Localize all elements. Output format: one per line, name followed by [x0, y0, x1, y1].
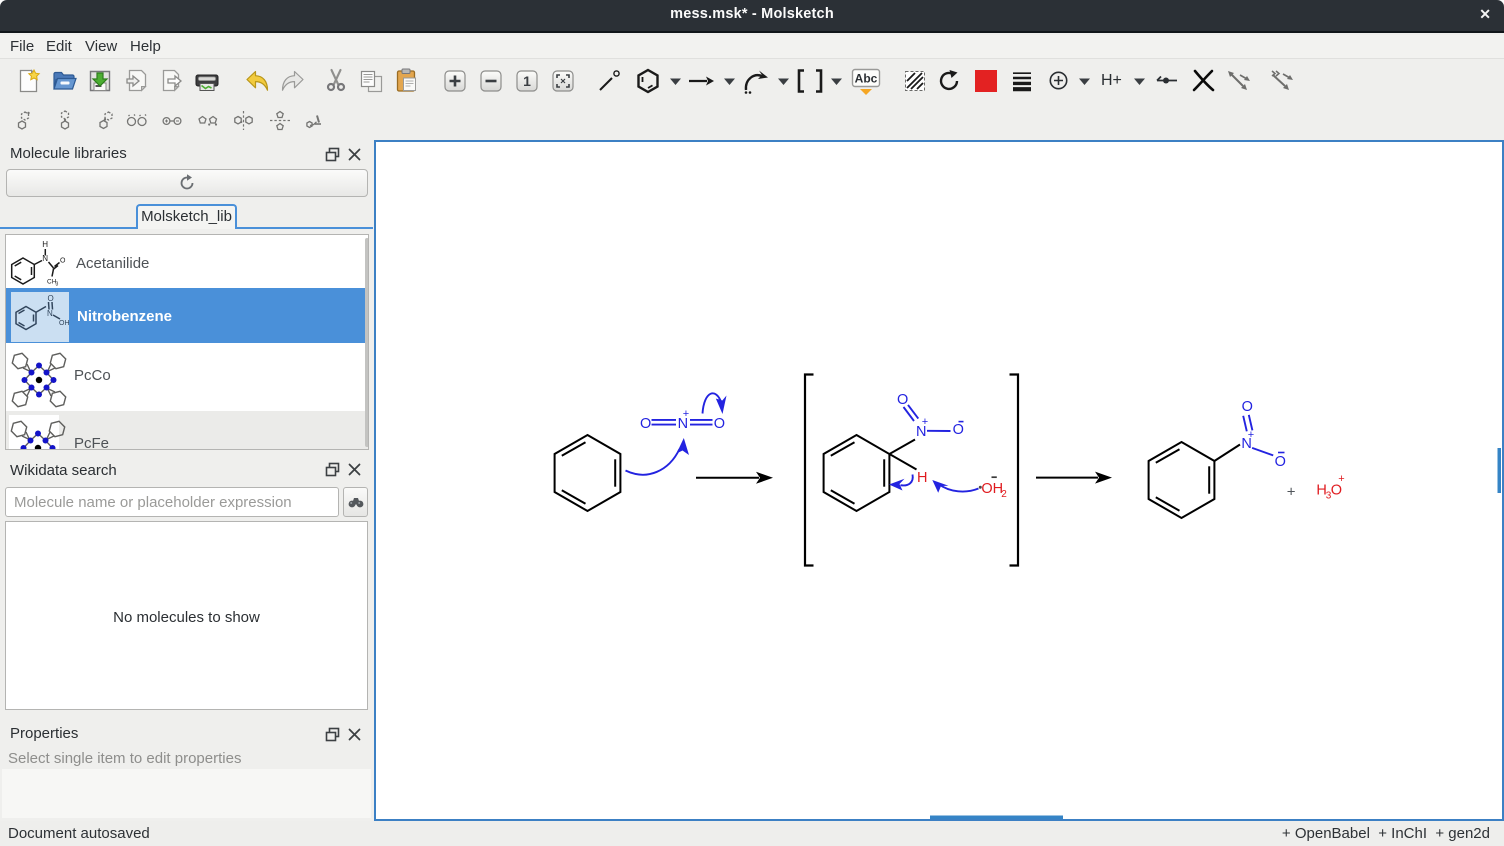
svg-text:O: O — [640, 416, 651, 432]
svg-text:OH: OH — [59, 320, 70, 327]
svg-text:N: N — [42, 254, 48, 263]
svg-text:2: 2 — [1001, 489, 1007, 500]
svg-text:O: O — [953, 422, 964, 438]
svg-text:O: O — [60, 258, 66, 265]
svg-text:+: + — [1248, 429, 1254, 441]
svg-text:O: O — [1242, 399, 1253, 415]
svg-text:Abc: Abc — [855, 72, 878, 86]
svg-text:1: 1 — [523, 73, 531, 89]
svg-text:H: H — [917, 470, 927, 486]
svg-text:O: O — [897, 392, 908, 408]
svg-text:3: 3 — [56, 282, 59, 288]
svg-text:OH: OH — [981, 481, 1003, 497]
svg-text:O: O — [48, 294, 54, 303]
svg-text:O: O — [1275, 454, 1286, 470]
svg-text:+: + — [1287, 484, 1296, 501]
svg-text:+: + — [1338, 473, 1344, 485]
svg-text:+: + — [922, 416, 928, 428]
svg-text:+: + — [683, 408, 689, 420]
svg-text:N: N — [47, 309, 53, 318]
svg-text:O: O — [714, 416, 725, 432]
svg-text:H: H — [42, 240, 48, 249]
